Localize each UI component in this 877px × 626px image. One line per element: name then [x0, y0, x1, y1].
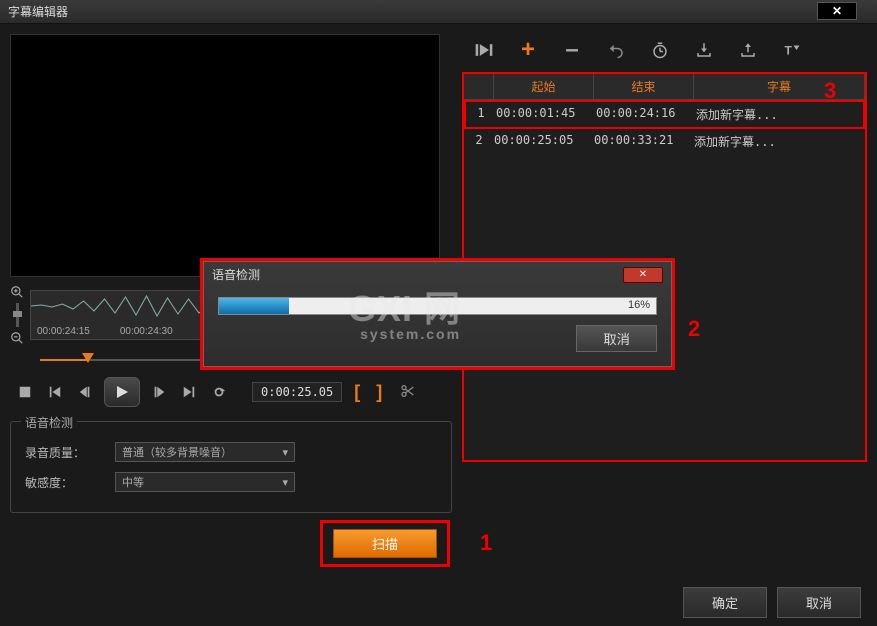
- sensitivity-label: 敏感度：: [25, 474, 115, 491]
- quality-label: 录音质量：: [25, 444, 115, 461]
- progress-bar: 16%: [218, 297, 657, 315]
- prev-button[interactable]: [44, 381, 66, 403]
- undo-icon[interactable]: [604, 40, 628, 60]
- add-subtitle-button[interactable]: +: [516, 40, 540, 60]
- annotation-2: 2: [688, 316, 700, 342]
- modal-titlebar: 语音检测 ✕: [204, 262, 671, 287]
- transport-controls: 0:00:25.05 [ ]: [14, 371, 452, 413]
- window-title: 字幕编辑器: [8, 3, 869, 20]
- text-style-icon[interactable]: T: [780, 40, 804, 60]
- zoom-slider[interactable]: [16, 303, 19, 327]
- time-counter: 0:00:25.05: [252, 382, 342, 402]
- window-close-button[interactable]: ✕: [817, 2, 857, 20]
- step-fwd-button[interactable]: [148, 381, 170, 403]
- col-start: 起始: [494, 74, 594, 99]
- video-preview: [10, 34, 440, 277]
- voice-detect-modal: 语音检测 ✕ 16% 取消: [203, 261, 672, 367]
- cut-button[interactable]: [400, 383, 416, 402]
- sensitivity-select[interactable]: 中等▾: [115, 472, 295, 492]
- progress-percent: 16%: [628, 299, 650, 311]
- zoom-controls: [10, 285, 24, 345]
- cancel-button[interactable]: 取消: [777, 587, 861, 618]
- timecode: 00:00:24:30: [120, 326, 173, 337]
- step-back-button[interactable]: [74, 381, 96, 403]
- quality-select[interactable]: 普通（较多背景噪音）▾: [115, 442, 295, 462]
- col-index: [464, 74, 494, 99]
- seekbar-thumb[interactable]: [82, 353, 94, 363]
- voice-detect-panel: 语音检测 录音质量： 普通（较多背景噪音）▾ 敏感度： 中等▾: [10, 421, 452, 513]
- play-snippet-icon[interactable]: [472, 40, 496, 60]
- modal-cancel-button[interactable]: 取消: [576, 325, 657, 352]
- table-row[interactable]: 1 00:00:01:45 00:00:24:16 添加新字幕...: [464, 100, 865, 129]
- modal-close-button[interactable]: ✕: [623, 267, 663, 283]
- voice-detect-modal-highlight: 语音检测 ✕ 16% 取消: [200, 258, 675, 370]
- loop-button[interactable]: [208, 381, 230, 403]
- table-row[interactable]: 2 00:00:25:05 00:00:33:21 添加新字幕...: [464, 129, 865, 154]
- titlebar: 字幕编辑器: [0, 0, 877, 24]
- annotation-1: 1: [480, 530, 492, 556]
- mark-in-button[interactable]: [: [354, 382, 360, 403]
- zoom-out-icon[interactable]: [10, 331, 24, 345]
- ok-button[interactable]: 确定: [683, 587, 767, 618]
- remove-subtitle-button[interactable]: –: [560, 40, 584, 60]
- footer-buttons: 确定 取消: [683, 587, 861, 618]
- col-end: 结束: [594, 74, 694, 99]
- zoom-in-icon[interactable]: [10, 285, 24, 299]
- timing-icon[interactable]: [648, 40, 672, 60]
- export-icon[interactable]: [736, 40, 760, 60]
- next-button[interactable]: [178, 381, 200, 403]
- progress-fill: [219, 298, 289, 314]
- modal-title: 语音检测: [212, 266, 260, 283]
- scan-button[interactable]: 扫描: [333, 529, 437, 558]
- col-subtitle: 字幕: [694, 74, 865, 99]
- import-icon[interactable]: [692, 40, 716, 60]
- timecode: 00:00:24:15: [37, 326, 90, 337]
- annotation-3: 3: [824, 78, 836, 104]
- play-button[interactable]: [104, 377, 140, 407]
- table-header: 起始 结束 字幕: [464, 74, 865, 100]
- mark-out-button[interactable]: ]: [376, 382, 382, 403]
- svg-text:T: T: [785, 44, 793, 58]
- subtitle-toolbar: + – T: [462, 34, 867, 66]
- voice-detect-legend: 语音检测: [21, 414, 77, 431]
- stop-button[interactable]: [14, 381, 36, 403]
- scan-highlight: 扫描: [320, 520, 450, 567]
